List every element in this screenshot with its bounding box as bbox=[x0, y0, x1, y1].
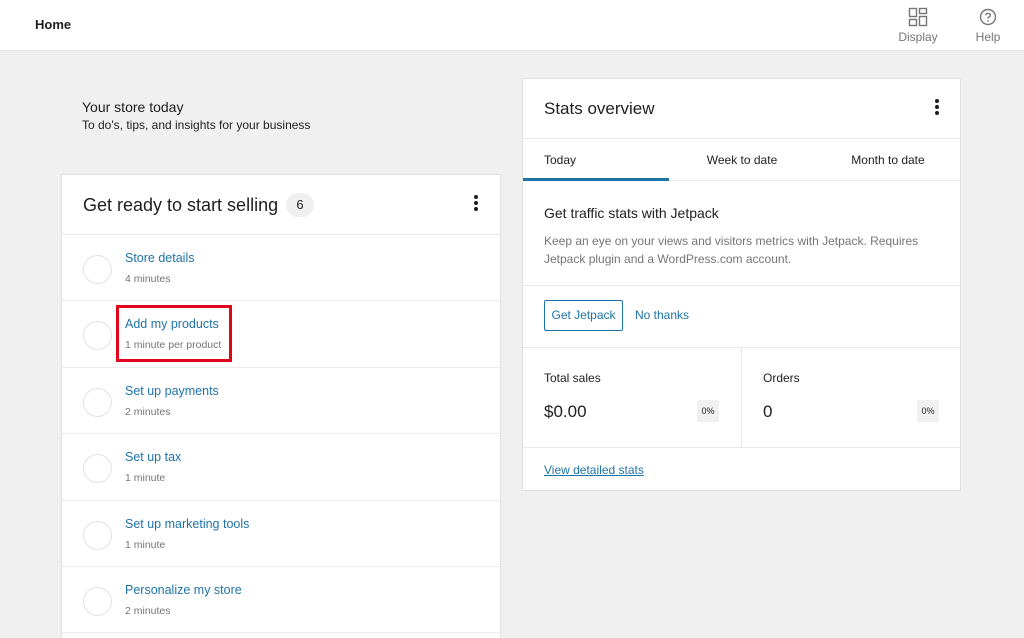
display-label: Display bbox=[898, 30, 938, 44]
task-time: 4 minutes bbox=[125, 273, 171, 285]
task-title: Personalize my store bbox=[125, 582, 242, 597]
metric-value: $0.00 bbox=[544, 402, 587, 421]
task-status-circle bbox=[83, 321, 112, 351]
stats-header: Stats overview bbox=[523, 79, 960, 139]
stats-tabs: Today Week to date Month to date bbox=[523, 139, 960, 181]
task-item-personalize[interactable]: Personalize my store 2 minutes bbox=[62, 567, 500, 634]
task-title: Store details bbox=[125, 251, 195, 265]
stats-overview-card: Stats overview Today Week to date Month … bbox=[522, 78, 961, 491]
task-list-header: Get ready to start selling 6 bbox=[62, 175, 500, 235]
display-button[interactable]: Display bbox=[890, 7, 946, 47]
tab-week-to-date[interactable]: Week to date bbox=[669, 139, 815, 181]
metric-total-sales[interactable]: Total sales $0.00 0% bbox=[523, 348, 742, 448]
task-title: Set up payments bbox=[125, 383, 219, 398]
jetpack-notice: Get traffic stats with Jetpack Keep an e… bbox=[523, 181, 960, 286]
metric-label: Total sales bbox=[544, 371, 601, 385]
help-button[interactable]: Help bbox=[960, 7, 1016, 47]
task-item-marketing[interactable]: Set up marketing tools 1 minute bbox=[62, 501, 500, 567]
layout-grid-icon bbox=[908, 7, 928, 27]
task-time: 1 minute bbox=[125, 472, 166, 485]
task-status-circle bbox=[83, 454, 112, 484]
task-count-badge: 6 bbox=[286, 193, 314, 217]
task-list-card: Get ready to start selling 6 Store detai… bbox=[61, 174, 501, 638]
metric-label: Orders bbox=[763, 371, 800, 385]
view-detailed-stats-link[interactable]: View detailed stats bbox=[544, 463, 644, 477]
metric-delta-badge: 0% bbox=[697, 400, 719, 422]
task-list-menu-icon[interactable] bbox=[466, 193, 486, 217]
task-status-circle bbox=[83, 586, 112, 616]
jetpack-actions: Get Jetpack No thanks bbox=[523, 286, 960, 348]
page-title: Home bbox=[35, 17, 72, 32]
stats-title: Stats overview bbox=[544, 99, 655, 118]
top-bar: Home Display Help bbox=[0, 0, 1024, 51]
task-item-add-products[interactable]: Add my products 1 minute per product bbox=[62, 301, 500, 368]
task-list-title: Get ready to start selling bbox=[83, 195, 279, 215]
task-time: 1 minute bbox=[125, 538, 166, 551]
tab-month-to-date[interactable]: Month to date bbox=[815, 139, 961, 181]
task-item-payments[interactable]: Set up payments 2 minutes bbox=[62, 368, 500, 435]
task-time: 2 minutes bbox=[125, 405, 171, 418]
task-title: Set up tax bbox=[125, 450, 182, 465]
task-time: 2 minutes bbox=[125, 604, 171, 617]
help-label: Help bbox=[975, 30, 1001, 44]
jetpack-title: Get traffic stats with Jetpack bbox=[544, 205, 719, 221]
metric-value: 0 bbox=[763, 402, 773, 421]
task-item-tax[interactable]: Set up tax 1 minute bbox=[62, 434, 500, 501]
tab-today[interactable]: Today bbox=[523, 139, 669, 181]
no-thanks-button[interactable]: No thanks bbox=[635, 308, 689, 322]
task-title: Set up marketing tools bbox=[125, 516, 250, 531]
get-jetpack-button[interactable]: Get Jetpack bbox=[544, 300, 623, 331]
intro-subheading: To do's, tips, and insights for your bus… bbox=[82, 118, 311, 132]
jetpack-description: Keep an eye on your views and visitors m… bbox=[544, 234, 919, 266]
stats-metrics: Total sales $0.00 0% Orders 0 0% bbox=[523, 348, 960, 448]
stats-menu-icon[interactable] bbox=[927, 97, 947, 121]
metric-delta-badge: 0% bbox=[917, 400, 939, 422]
intro-heading: Your store today bbox=[82, 99, 184, 115]
task-item-store-details[interactable]: Store details 4 minutes bbox=[62, 235, 500, 302]
help-icon bbox=[979, 8, 997, 26]
task-status-circle bbox=[83, 255, 112, 284]
task-time: 1 minute per product bbox=[125, 339, 222, 352]
store-intro: Your store today To do's, tips, and insi… bbox=[82, 99, 310, 132]
task-title: Add my products bbox=[125, 317, 219, 332]
task-status-circle bbox=[83, 520, 112, 550]
metric-orders[interactable]: Orders 0 0% bbox=[742, 348, 961, 448]
task-status-circle bbox=[83, 387, 112, 417]
